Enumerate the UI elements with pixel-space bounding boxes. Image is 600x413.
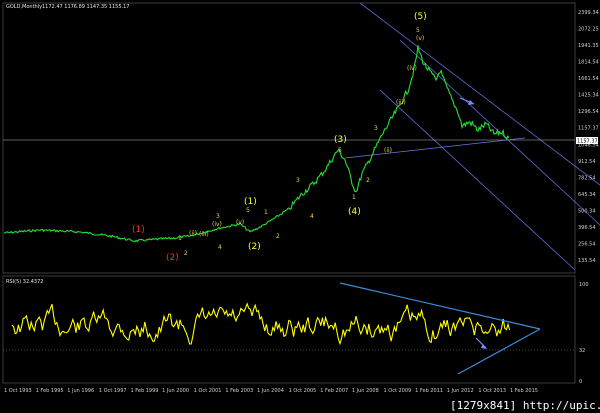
price-axis-label: 2072.25 (578, 27, 599, 33)
rsi-trendline-upper (339, 282, 541, 330)
chart-title: GOLD,Monthly (6, 4, 42, 10)
time-axis-label: 1 Oct 1993 (4, 388, 32, 394)
wave-label-minor-4a: 4 (218, 244, 222, 251)
wave-label-minor-1b: 1 (264, 209, 268, 216)
time-axis-label: 1 Oct 2009 (384, 388, 412, 394)
price-axis-label: 256.54 (578, 241, 596, 247)
time-axis-label: 1 Oct 2001 (194, 388, 222, 394)
time-axis-label: 1 Jun 2008 (352, 388, 379, 394)
wave-label-roman-iii-a: (iii) (199, 231, 209, 238)
time-axis-label: 1 Jun 2012 (447, 388, 474, 394)
wave-label-major-5: (5) (414, 12, 427, 22)
arrow-head-rsi-icon (481, 344, 487, 349)
price-axis-label: 135.54 (578, 258, 596, 264)
wave-label-roman-ii-a: (ii) (189, 230, 197, 237)
price-axis-label: 396.54 (578, 225, 596, 231)
wave-label-minor-a: 1 (352, 194, 356, 201)
wave-label-major-3: (3) (334, 135, 347, 145)
current-price-label: 1157.37 (577, 139, 598, 145)
wave-label-major-2: (2) (248, 242, 261, 252)
time-axis-label: 1 Jun 2004 (257, 388, 284, 394)
price-axis-label: 1425.34 (578, 93, 599, 99)
time-axis-label: 1 Oct 2005 (289, 388, 317, 394)
channel-line-lower (379, 89, 576, 271)
wave-label-minor-2a: 2 (184, 250, 188, 257)
price-axis-label: 1661.54 (578, 76, 599, 82)
wave-label-minor-5b: 5 (338, 147, 342, 154)
price-axis-label: 645.34 (578, 192, 596, 198)
wave-label-roman-iii-c: (iii) (396, 99, 406, 106)
wave-label-roman-iv-c: (iv) (407, 65, 417, 72)
wave-label-roman-ii-c: (ii) (384, 147, 392, 154)
time-axis-label: 1 Feb 1999 (131, 388, 159, 394)
wave-label-red-1: (1) (132, 225, 145, 235)
time-axis-label: 1 Feb 2011 (415, 388, 443, 394)
price-axis-label: 1941.35 (578, 43, 599, 49)
wave-label-major-1: (1) (244, 197, 257, 207)
wave-label-roman-iv-a: (iv) (212, 221, 222, 228)
time-axis-label: 1 Feb 1995 (36, 388, 64, 394)
rsi-label: RSI(5) 32.4372 (6, 279, 43, 285)
price-axis-label: 912.54 (578, 159, 596, 165)
wave-label-minor-4b: 4 (310, 213, 314, 220)
time-axis-label: 1 Oct 1997 (99, 388, 127, 394)
wave-label-roman-v-c: (v) (416, 35, 424, 42)
wave-label-minor-5c: 5 (416, 27, 420, 34)
chart-ohlc: 1172.47 1176.89 1147.35 1155.17 (42, 4, 129, 10)
chart-window: GOLD,Monthly 1172.47 1176.89 1147.35 115… (0, 0, 600, 413)
time-axis-label: 1 Jun 2000 (162, 388, 189, 394)
rsi-axis-32: 32 (579, 348, 585, 354)
wave-label-minor-1a: 1 (178, 235, 182, 242)
watermark: [1279x841] http://upic.me/ (450, 399, 600, 412)
wave-label-minor-5a: 5 (246, 207, 250, 214)
price-axis-label: 1814.54 (578, 60, 599, 66)
wave-label-minor-2c: 2 (366, 177, 370, 184)
time-axis-label: 1 Feb 2003 (225, 388, 253, 394)
wave-label-minor-2b: 2 (276, 233, 280, 240)
wave-label-red-2: (2) (166, 253, 179, 263)
rsi-axis-100: 100 (579, 282, 589, 288)
price-series (4, 45, 510, 243)
price-axis-label: 1296.54 (578, 109, 599, 115)
price-axis-label: 782.54 (578, 175, 596, 181)
wave-label-minor-3c: 3 (374, 125, 378, 132)
rsi-axis-0: 0 (579, 379, 582, 385)
time-axis-label: 1 Feb 2015 (510, 388, 538, 394)
rsi-series (11, 302, 511, 346)
wave-label-major-4: (4) (348, 207, 361, 217)
time-axis-label: 1 Jun 1996 (67, 388, 94, 394)
time-axis-label: 1 Oct 2013 (478, 388, 506, 394)
price-axis-label: 2399.34 (578, 10, 599, 16)
chart-canvas: GOLD,Monthly 1172.47 1176.89 1147.35 115… (2, 2, 600, 413)
wave-label-roman-v-a: (v) (236, 219, 244, 226)
wave-label-minor-3b: 3 (296, 177, 300, 184)
main-panel-frame (2, 2, 576, 274)
time-axis-label: 1 Feb 2007 (320, 388, 348, 394)
price-axis-label: 500.34 (578, 208, 596, 214)
time-axis: 1 Oct 1993 1 Feb 1995 1 Jun 1996 1 Oct 1997… (4, 388, 538, 394)
wave-label-minor-3a: 3 (216, 213, 220, 220)
rsi-trendline-lower (457, 328, 541, 375)
price-axis-label: 1157.37 (578, 126, 599, 132)
channel-line-upper (359, 2, 600, 186)
